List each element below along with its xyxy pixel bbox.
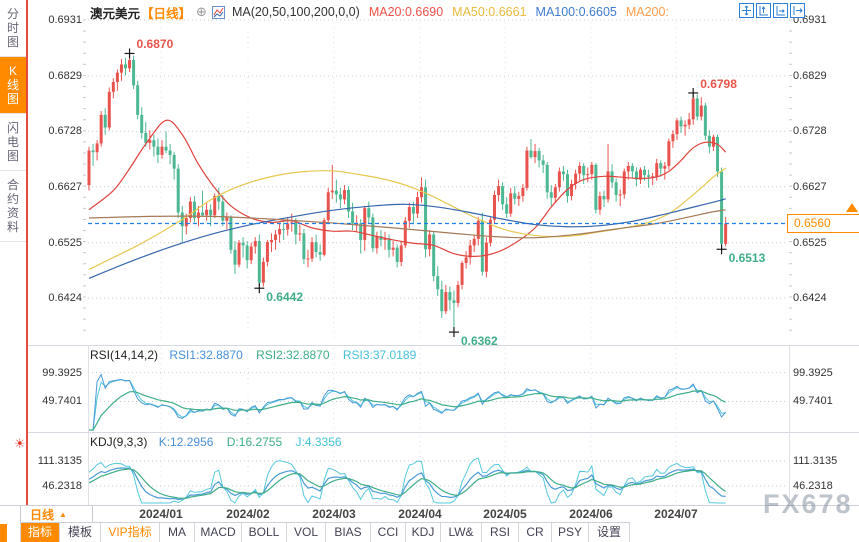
- x-axis-month-label: 2024/02: [226, 507, 270, 521]
- price-annotation-low: 0.6442: [266, 290, 303, 305]
- kdj-k-value: K:12.2956: [158, 435, 214, 449]
- sidebar-tab-contract-info[interactable]: 合约资料: [0, 171, 26, 242]
- rsi-axis-label: 99.3925: [793, 366, 833, 379]
- rsi-axis-label: 49.7401: [793, 395, 833, 408]
- price-annotation-low: 0.6362: [460, 334, 498, 349]
- sidebar-tab-timeline[interactable]: 分时图: [0, 0, 26, 57]
- ma-line-ma100: [88, 198, 726, 279]
- price-alert-arrow-icon: [846, 203, 858, 212]
- ma-chart-icon: [211, 5, 225, 19]
- corner-accent: [0, 524, 7, 542]
- kdj-d-value: D:16.2755: [226, 435, 283, 449]
- rsi3-value: RSI3:37.0189: [342, 348, 417, 362]
- ma100-value: MA100:0.6605: [535, 5, 617, 19]
- kdj-axis-label: 111.3135: [37, 455, 82, 467]
- panel-edge: [789, 345, 790, 505]
- chart-header: 澳元美元 【日线】 ⊕ MA(20,50,100,200,0,0) MA20:0.…: [90, 3, 669, 21]
- toolbar-item-settings[interactable]: 设置: [589, 523, 630, 542]
- period-selector[interactable]: 日线 ▲: [20, 506, 93, 522]
- kdj-axis-label: 111.3135: [793, 455, 838, 467]
- x-axis-month-label: 2024/03: [312, 507, 356, 521]
- rsi-axis-label: 99.3925: [42, 366, 82, 379]
- ma20-value: MA20:0.6690: [368, 5, 444, 19]
- scale-x-axis-icon[interactable]: [773, 3, 788, 18]
- toolbar-item-vol[interactable]: VOL: [287, 523, 326, 542]
- toolbar-item-lw[interactable]: LW&: [441, 523, 482, 542]
- panel-separator: [0, 432, 859, 433]
- kdj-j-value: J:4.3356: [295, 435, 342, 449]
- toolbar-item-vip-indicator[interactable]: VIP指标: [101, 523, 160, 542]
- kdj-title[interactable]: KDJ(9,3,3): [90, 435, 147, 449]
- rsi2-value: RSI2:32.8870: [256, 348, 330, 362]
- rsi-axis-label: 49.7401: [42, 395, 82, 408]
- rsi1-value: RSI1:32.8870: [169, 348, 243, 362]
- x-axis-month-label: 2024/06: [569, 507, 613, 521]
- price-annotation-high: 0.6798: [700, 76, 737, 91]
- panel-separator: [0, 345, 859, 346]
- toolbar-item-psy[interactable]: PSY: [552, 523, 589, 542]
- indicator-toolbar: 指标 模板 VIP指标 MA MACD BOLL VOL BIAS CCI KDJ LW& RSI CR…: [20, 522, 630, 542]
- ma-line-ma20: [88, 119, 727, 258]
- toolbar-item-boll[interactable]: BOLL: [242, 523, 287, 542]
- sidebar-accent-border: [26, 0, 28, 505]
- ma-settings-label[interactable]: MA(20,50,100,200,0,0): [232, 5, 360, 19]
- x-axis-month-label: 2024/01: [139, 507, 183, 521]
- price-annotation-low: 0.6513: [728, 251, 766, 266]
- x-axis-month-label: 2024/04: [398, 507, 442, 521]
- ma50-value: MA50:0.6661: [452, 5, 527, 19]
- toolbar-item-bias[interactable]: BIAS: [326, 523, 371, 542]
- price-axis-label: 0.6424: [48, 292, 82, 305]
- chevron-up-icon: ▲: [59, 509, 67, 519]
- chart-tools: [739, 3, 805, 18]
- period-selector-label: 日线: [30, 507, 55, 522]
- kdj-panel-header: KDJ(9,3,3) K:12.2956 D:16.2755 J:4.3356: [90, 435, 342, 449]
- toolbar-item-template[interactable]: 模板: [60, 523, 101, 542]
- hot-indicator-icon[interactable]: ☀: [14, 436, 26, 452]
- toolbar-item-cci[interactable]: CCI: [371, 523, 406, 542]
- symbol-name: 澳元美元: [90, 6, 141, 21]
- price-axis-label: 0.6829: [48, 69, 82, 82]
- toolbar-item-macd[interactable]: MACD: [195, 523, 242, 542]
- x-axis-strip: 日线 ▲ 2024/01 2024/02 2024/03 2024/04 2024/05…: [0, 505, 859, 523]
- toolbar-item-ma[interactable]: MA: [160, 523, 195, 542]
- price-axis-label: 0.6627: [793, 180, 827, 193]
- pan-right-icon[interactable]: [790, 3, 805, 18]
- rsi-title[interactable]: RSI(14,14,2): [90, 348, 158, 362]
- period-tag: 【日线】: [141, 6, 192, 21]
- price-axis-label: 0.6728: [48, 125, 82, 138]
- sidebar-tab-kline[interactable]: K线图: [0, 57, 26, 114]
- x-axis-month-label: 2024/07: [654, 507, 698, 521]
- rsi-panel-header: RSI(14,14,2) RSI1:32.8870 RSI2:32.8870 R…: [90, 348, 416, 362]
- price-axis-label: 0.6728: [793, 125, 827, 138]
- x-axis-month-label: 2024/05: [483, 507, 527, 521]
- price-axis-label: 0.6931: [48, 14, 82, 26]
- scale-y-axis-icon[interactable]: [756, 3, 771, 18]
- toolbar-item-kdj[interactable]: KDJ: [406, 523, 441, 542]
- price-axis-label: 0.6829: [793, 69, 827, 82]
- toolbar-item-cr[interactable]: CR: [519, 523, 552, 542]
- price-annotation-high: 0.6870: [136, 37, 174, 52]
- chart-type-sidebar: 分时图K线图闪电图合约资料: [0, 0, 26, 505]
- toolbar-item-rsi[interactable]: RSI: [482, 523, 519, 542]
- price-axis-label: 0.6627: [48, 180, 82, 193]
- toolbar-item-indicator[interactable]: 指标: [21, 523, 60, 542]
- price-axis-label: 0.6525: [793, 236, 827, 249]
- price-axis-label: 0.6525: [48, 236, 82, 249]
- crosshair-icon[interactable]: [739, 3, 754, 18]
- sidebar-tab-lightning[interactable]: 闪电图: [0, 114, 26, 171]
- kdj-axis-label: 46.2318: [793, 479, 833, 492]
- ma200-value: MA200:: [625, 5, 669, 19]
- add-compare-icon[interactable]: ⊕: [196, 4, 207, 20]
- panel-edge: [88, 345, 89, 505]
- price-axis-label: 0.6424: [793, 292, 827, 305]
- ma-line-ma50: [88, 167, 726, 271]
- current-price-badge: 0.6560: [787, 214, 859, 233]
- kdj-axis-label: 46.2318: [42, 479, 82, 492]
